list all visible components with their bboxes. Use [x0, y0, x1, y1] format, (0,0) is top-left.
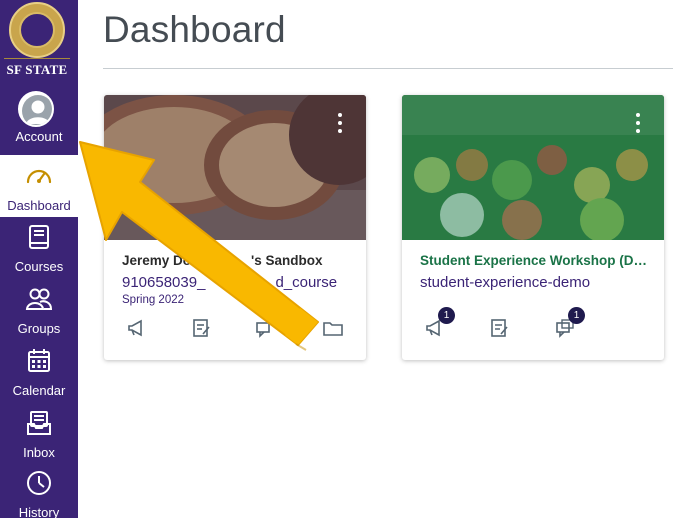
unread-badge: 1 [568, 307, 585, 324]
clock-icon [27, 471, 51, 495]
nav-item-courses[interactable]: Courses [0, 216, 78, 278]
calendar-icon [28, 349, 50, 372]
nav-label-account: Account [15, 129, 63, 144]
user-avatar-icon [18, 91, 54, 127]
announcement-icon[interactable] [126, 317, 152, 343]
course-card-image[interactable] [402, 95, 664, 240]
nav-item-dashboard[interactable]: Dashboard [0, 155, 78, 217]
course-card-title[interactable]: Student Experience Workshop (De... [420, 253, 652, 268]
inbox-icon [27, 411, 51, 435]
discussion-icon[interactable] [254, 317, 280, 343]
card-options-icon[interactable] [634, 113, 642, 137]
nav-label-dashboard: Dashboard [7, 198, 71, 213]
course-card-code: 910658039_ d_course [122, 274, 338, 291]
course-card[interactable]: Student Experience Workshop (De... stude… [402, 95, 664, 360]
discussion-icon[interactable]: 1 [554, 307, 585, 343]
folder-icon[interactable] [322, 317, 348, 343]
logo-text: SF STATE [4, 58, 70, 80]
card-options-icon[interactable] [336, 113, 344, 137]
nav-item-account[interactable]: Account [0, 86, 78, 148]
assignment-icon[interactable] [488, 317, 514, 343]
nav-label-history: History [18, 505, 60, 518]
course-card-actions: 1 1 [402, 307, 664, 347]
nav-item-history[interactable]: History [0, 462, 78, 518]
course-card-actions [104, 317, 366, 347]
nav-label-calendar: Calendar [12, 383, 66, 398]
assignment-icon[interactable] [190, 317, 216, 343]
course-card-image[interactable] [104, 95, 366, 240]
university-logo[interactable]: SF STATE [4, 0, 70, 82]
app-root: SF STATE Account Dashboard Courses Group… [0, 0, 673, 518]
announcement-icon[interactable]: 1 [424, 307, 455, 343]
nav-item-groups[interactable]: Groups [0, 278, 78, 340]
speedometer-icon [26, 169, 52, 184]
page-title: Dashboard [103, 9, 286, 50]
nav-item-inbox[interactable]: Inbox [0, 402, 78, 464]
header-divider [103, 68, 673, 69]
course-card-term: Spring 2022 [122, 294, 185, 306]
nav-label-groups: Groups [17, 321, 61, 336]
university-seal [9, 2, 65, 58]
nav-item-calendar[interactable]: Calendar [0, 340, 78, 402]
global-nav: SF STATE Account Dashboard Courses Group… [0, 0, 78, 518]
nav-label-inbox: Inbox [23, 445, 55, 460]
course-card-title[interactable]: Jeremy Do's Sandbox [122, 253, 354, 268]
nav-label-courses: Courses [14, 259, 64, 274]
course-card-code: student-experience-demo [420, 274, 591, 291]
unread-badge: 1 [438, 307, 455, 324]
book-icon [29, 225, 49, 249]
people-icon [25, 288, 53, 310]
course-card[interactable]: Jeremy Do's Sandbox 910658039_ d_course S… [104, 95, 366, 360]
